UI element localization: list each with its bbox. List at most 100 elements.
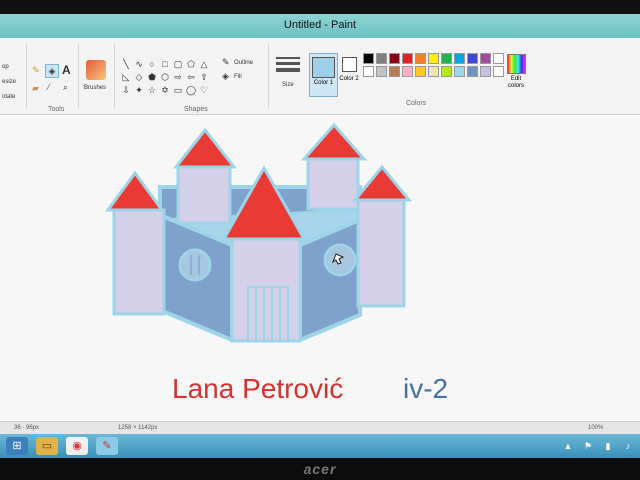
screen: Untitled - Paint op esize otate ✎ ◈ A ▰ …	[0, 0, 640, 470]
arrow-left-shape-icon[interactable]: ⇦	[185, 71, 197, 83]
rounded-rect-shape-icon[interactable]: ▢	[172, 58, 184, 70]
tower-front-right	[356, 196, 406, 308]
palette-swatch[interactable]	[376, 66, 387, 77]
palette-swatch[interactable]	[402, 66, 413, 77]
fill-label[interactable]: Fill	[234, 74, 242, 80]
tray-volume-icon[interactable]: ♪	[620, 437, 636, 455]
palette-swatch[interactable]	[493, 53, 504, 64]
drawing-class-text: iv-2	[403, 373, 449, 404]
brushes-label[interactable]: Brushes	[84, 85, 106, 91]
castle-left-window	[178, 248, 212, 282]
outline-icon[interactable]: ✎	[222, 57, 230, 68]
roof-back-left	[172, 127, 238, 169]
star4-shape-icon[interactable]: ✦	[133, 84, 145, 96]
curve-shape-icon[interactable]: ∿	[133, 58, 145, 70]
castle-gate	[247, 286, 289, 342]
eraser-icon[interactable]: ▰	[32, 83, 39, 94]
palette-swatch[interactable]	[415, 53, 426, 64]
palette-swatch[interactable]	[441, 53, 452, 64]
status-zoom[interactable]: 100%	[588, 425, 603, 431]
tower-front-left	[112, 208, 166, 316]
ribbon: op esize otate ✎ ◈ A ▰ ⁄ ⌕ Tools Brushes…	[0, 38, 640, 115]
drawing-name-text: Lana Petrović	[172, 373, 344, 404]
palette-swatch[interactable]	[428, 66, 439, 77]
monitor-brand-logo: acer	[303, 461, 337, 477]
tray-flag-icon[interactable]: ⚑	[580, 437, 596, 455]
magnifier-icon[interactable]: ⌕	[63, 82, 68, 93]
separator	[268, 44, 269, 108]
roof-front-left	[105, 170, 165, 212]
diamond-shape-icon[interactable]: ◇	[133, 71, 145, 83]
heart-shape-icon[interactable]: ♡	[198, 84, 210, 96]
size-label[interactable]: Size	[282, 82, 294, 88]
explorer-icon[interactable]: ▭	[36, 437, 58, 455]
palette-swatch[interactable]	[415, 66, 426, 77]
palette-swatch[interactable]	[454, 66, 465, 77]
palette-swatch[interactable]	[376, 53, 387, 64]
palette-swatch[interactable]	[467, 53, 478, 64]
polygon-shape-icon[interactable]: ⬠	[185, 58, 197, 70]
arrow-down-shape-icon[interactable]: ⇩	[120, 84, 132, 96]
outline-label[interactable]: Outline	[234, 60, 253, 66]
fill-icon[interactable]: ◈	[222, 71, 229, 82]
screen-top-edge	[0, 0, 640, 14]
star5-shape-icon[interactable]: ☆	[146, 84, 158, 96]
fill-bucket-icon[interactable]: ◈	[45, 64, 59, 78]
monitor-bezel: acer	[0, 458, 640, 480]
tower-back-left	[176, 163, 232, 225]
ribbon-item-resize[interactable]: esize	[2, 79, 16, 85]
color2-label: Color 2	[339, 76, 359, 82]
windows-icon[interactable]: ⊞	[6, 437, 28, 455]
palette-swatch[interactable]	[480, 66, 491, 77]
line-shape-icon[interactable]: ╲	[120, 58, 132, 70]
color-palette[interactable]	[363, 53, 504, 77]
triangle-shape-icon[interactable]: △	[198, 58, 210, 70]
palette-swatch[interactable]	[480, 53, 491, 64]
shapes-gallery[interactable]: ╲ ∿ ○ □ ▢ ⬠ △ ◺ ◇ ⬟ ⬡ ⇨ ⇦ ⇧ ⇩ ✦ ☆ ✡ ▭ ◯ …	[120, 58, 212, 98]
palette-swatch[interactable]	[402, 53, 413, 64]
palette-swatch[interactable]	[428, 53, 439, 64]
roof-front-right	[351, 164, 413, 202]
chrome-icon[interactable]: ◉	[66, 437, 88, 455]
brushes-icon[interactable]	[86, 60, 106, 80]
group-label-colors: Colors	[406, 100, 427, 107]
palette-swatch[interactable]	[493, 66, 504, 77]
group-label-shapes: Shapes	[184, 106, 208, 113]
palette-swatch[interactable]	[363, 53, 374, 64]
color2-button[interactable]: Color 2	[338, 53, 360, 95]
separator	[114, 44, 115, 108]
title-bar: Untitled - Paint	[0, 14, 640, 38]
edit-colors-button[interactable]: Edit colors	[504, 54, 528, 94]
right-triangle-shape-icon[interactable]: ◺	[120, 71, 132, 83]
ribbon-item-rotate[interactable]: otate	[2, 94, 15, 100]
text-tool-icon[interactable]: A	[62, 63, 71, 77]
palette-swatch[interactable]	[454, 53, 465, 64]
oval-shape-icon[interactable]: ○	[146, 58, 158, 70]
star6-shape-icon[interactable]: ✡	[159, 84, 171, 96]
color1-button[interactable]: Color 1	[309, 53, 338, 97]
arrow-up-shape-icon[interactable]: ⇧	[198, 71, 210, 83]
palette-swatch[interactable]	[389, 66, 400, 77]
pentagon-shape-icon[interactable]: ⬟	[146, 71, 158, 83]
palette-swatch[interactable]	[467, 66, 478, 77]
tray-network-icon[interactable]: ▮	[600, 437, 616, 455]
palette-swatch[interactable]	[441, 66, 452, 77]
paint-icon[interactable]: ✎	[96, 437, 118, 455]
hexagon-shape-icon[interactable]: ⬡	[159, 71, 171, 83]
tray-up-icon[interactable]: ▲	[560, 437, 576, 455]
palette-swatch[interactable]	[389, 53, 400, 64]
arrow-right-shape-icon[interactable]: ⇨	[172, 71, 184, 83]
callout-rect-shape-icon[interactable]: ▭	[172, 84, 184, 96]
separator	[26, 44, 27, 108]
callout-oval-shape-icon[interactable]: ◯	[185, 84, 197, 96]
palette-swatch[interactable]	[363, 66, 374, 77]
color-picker-icon[interactable]: ⁄	[48, 82, 50, 92]
color1-label: Color 1	[313, 80, 334, 86]
rectangle-shape-icon[interactable]: □	[159, 58, 171, 70]
size-icon[interactable]	[276, 54, 300, 78]
roof-back-right	[300, 122, 368, 161]
taskbar: ⊞ ▭ ◉ ✎ ▲ ⚑ ▮ ♪	[0, 434, 640, 458]
ribbon-item-crop[interactable]: op	[2, 64, 9, 70]
status-bar: 36 · 96px 1258 × 1142px 100%	[0, 421, 640, 435]
pencil-icon[interactable]: ✎	[32, 65, 40, 76]
